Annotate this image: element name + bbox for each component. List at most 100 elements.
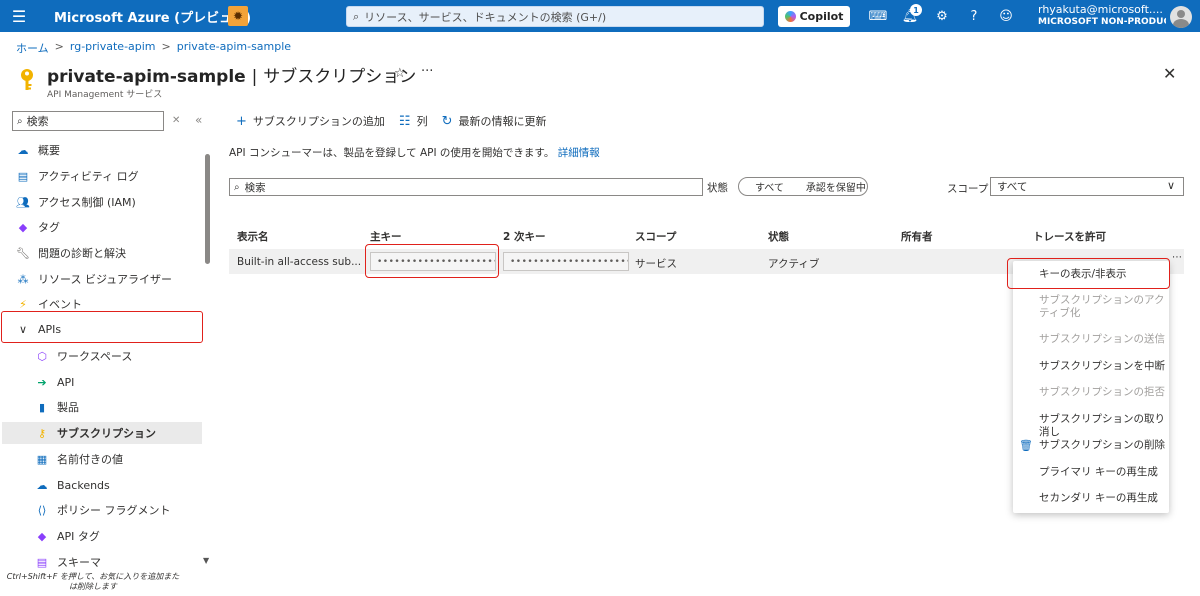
sidebar-item-activity-log[interactable]: ▤ アクティビティ ログ [16, 165, 139, 187]
menu-item-regenerate-primary[interactable]: プライマリ キーの再生成 [1013, 466, 1169, 479]
row-more-options-icon[interactable]: ⋯ [1172, 252, 1182, 263]
visualizer-icon: ⁂ [17, 272, 29, 286]
search-icon: ⌕ [17, 115, 23, 127]
menu-item-regenerate-secondary[interactable]: セカンダリ キーの再生成 [1013, 492, 1169, 505]
breadcrumb-home[interactable]: ホーム [16, 40, 49, 56]
user-account[interactable]: rhyakuta@microsoft.... MICROSOFT NON-PRO… [1038, 4, 1166, 28]
sidebar-item-tags[interactable]: ◆ タグ [16, 216, 60, 238]
status-option-pending[interactable]: 承認を保留中 [806, 179, 866, 194]
more-options-icon[interactable]: ··· [421, 64, 433, 79]
menu-item-activate[interactable]: サブスクリプションのアクティブ化 [1013, 294, 1169, 320]
refresh-label: 最新の情報に更新 [458, 115, 547, 128]
breadcrumb-separator: > [161, 40, 171, 53]
sidebar-item-policy-fragments[interactable]: ⟨⟩ ポリシー フラグメント [35, 499, 171, 521]
column-header-primary-key[interactable]: 主キー [370, 229, 402, 244]
sidebar-item-label: API [57, 375, 75, 389]
sidebar-item-api-tags[interactable]: ◆ API タグ [35, 525, 100, 547]
subscription-search-placeholder: 検索 [244, 181, 266, 194]
close-icon[interactable]: ✕ [1163, 64, 1176, 83]
info-text: API コンシューマーは、製品を登録して API の使用を開始できます。 [229, 147, 555, 159]
sidebar-favorites-hint: Ctrl+Shift+F を押して、お気に入りを追加または削除します [6, 572, 180, 591]
sidebar-item-label: タグ [38, 221, 60, 234]
columns-label: 列 [416, 115, 428, 128]
sidebar-item-label: スキーマ [57, 556, 101, 569]
menu-item-suspend[interactable]: サブスクリプションを中断 [1013, 360, 1169, 373]
scope-filter-label: スコープ [947, 183, 989, 195]
breadcrumb-resource-group[interactable]: rg-private-apim [70, 40, 156, 56]
column-header-secondary-key[interactable]: 2 次キー [503, 229, 545, 244]
column-header-display-name[interactable]: 表示名 [237, 229, 269, 244]
command-bar: + サブスクリプションの追加 ☷ 列 ↻ 最新の情報に更新 [236, 113, 560, 129]
brand-title[interactable]: Microsoft Azure (プレビュー) [54, 7, 251, 26]
add-subscription-button[interactable]: + サブスクリプションの追加 [236, 113, 385, 129]
sidebar-item-diagnose[interactable]: 🔧︎ 問題の診断と解決 [16, 242, 126, 264]
sidebar-item-workspaces[interactable]: ⬡ ワークスペース [35, 345, 132, 367]
status-option-all[interactable]: すべて [755, 179, 784, 194]
column-header-owner[interactable]: 所有者 [901, 229, 933, 244]
sidebar-item-products[interactable]: ▮ 製品 [35, 396, 79, 418]
sidebar-clear-icon[interactable]: ✕ [172, 115, 180, 126]
menu-item-submit[interactable]: サブスクリプションの送信 [1013, 333, 1169, 346]
column-header-status[interactable]: 状態 [768, 229, 789, 244]
global-search-placeholder: リソース、サービス、ドキュメントの検索 (G+/) [364, 10, 607, 24]
breadcrumb-separator: > [54, 40, 64, 53]
refresh-button[interactable]: ↻ 最新の情報に更新 [442, 113, 547, 129]
sidebar: ⌕ 検索 ✕ « ☁ 概要 ▤ アクティビティ ログ 👥︎ アクセス制御 (IA… [0, 106, 214, 596]
sidebar-item-label: アクティビティ ログ [38, 170, 139, 183]
secondary-key-field[interactable]: ••••••••••••••••••••••... [503, 252, 629, 271]
sidebar-item-backends[interactable]: ☁ Backends [35, 474, 110, 496]
favorite-star-icon[interactable]: ☆ [394, 66, 406, 81]
sidebar-item-resource-visualizer[interactable]: ⁂ リソース ビジュアライザー [16, 268, 172, 290]
tag-icon: ◆ [18, 220, 28, 234]
copilot-button[interactable]: Copilot [778, 6, 850, 27]
bug-report-icon[interactable]: ✹ [228, 6, 248, 26]
avatar[interactable] [1170, 6, 1192, 28]
sidebar-item-iam[interactable]: 👥︎ アクセス制御 (IAM) [16, 191, 136, 213]
sidebar-search-input[interactable]: ⌕ 検索 [12, 111, 164, 131]
copilot-icon [784, 11, 796, 22]
menu-item-delete[interactable]: 🗑︎ サブスクリプションの削除 [1013, 439, 1169, 452]
cloud-shell-icon[interactable]: ⌨ [869, 8, 888, 24]
plus-icon: + [236, 113, 247, 129]
sidebar-item-label: 製品 [57, 401, 79, 414]
menu-item-cancel[interactable]: サブスクリプションの取り消し [1013, 413, 1169, 439]
scope-dropdown-value: すべて [997, 181, 1028, 193]
sidebar-collapse-icon[interactable]: « [195, 113, 202, 127]
sidebar-item-subscriptions[interactable]: ⚷ サブスクリプション [2, 422, 202, 444]
help-icon[interactable]: ? [966, 8, 982, 24]
menu-item-reject[interactable]: サブスクリプションの拒否 [1013, 386, 1169, 399]
columns-button[interactable]: ☷ 列 [399, 113, 428, 129]
learn-more-link[interactable]: 詳細情報 [558, 147, 600, 159]
sidebar-item-named-values[interactable]: ▦ 名前付きの値 [35, 448, 123, 470]
column-header-scope[interactable]: スコープ [635, 229, 676, 244]
sidebar-item-label: イベント [38, 298, 82, 311]
page-title: private-apim-sample | サブスクリプション [47, 62, 416, 87]
status-filter-label: 状態 [707, 182, 728, 194]
breadcrumb-apim[interactable]: private-apim-sample [177, 40, 291, 56]
sidebar-scrollbar[interactable] [205, 154, 210, 264]
sidebar-item-label: リソース ビジュアライザー [38, 273, 172, 286]
column-header-allow-tracing[interactable]: トレースを許可 [1033, 229, 1106, 244]
sidebar-item-schemas[interactable]: ▤ スキーマ [35, 551, 101, 573]
sidebar-item-label: アクセス制御 (IAM) [38, 196, 136, 209]
scroll-down-arrow-icon[interactable]: ▼ [203, 556, 209, 565]
api-icon: ➔ [37, 375, 47, 389]
people-icon: 👥︎ [16, 195, 30, 209]
hamburger-menu-icon[interactable]: ☰ [0, 0, 38, 32]
row-display-name: Built-in all-access sub... [237, 256, 362, 268]
status-filter-toggle[interactable]: すべて 承認を保留中 [738, 177, 868, 196]
sidebar-item-api[interactable]: ➔ API [35, 371, 74, 393]
scope-dropdown[interactable]: すべて ∨ [990, 177, 1184, 196]
page-title-resource: private-apim-sample [47, 67, 246, 87]
lightning-icon: ⚡︎ [19, 297, 27, 311]
feedback-icon[interactable]: ☺ [998, 8, 1014, 24]
sidebar-item-label: ポリシー フラグメント [57, 504, 171, 517]
sidebar-item-overview[interactable]: ☁ 概要 [16, 139, 61, 161]
primary-key-highlight-box [365, 244, 499, 278]
settings-gear-icon[interactable]: ⚙ [934, 8, 950, 24]
user-name: rhyakuta@microsoft.... [1038, 4, 1163, 16]
global-search-input[interactable]: ⌕ リソース、サービス、ドキュメントの検索 (G+/) [346, 6, 764, 27]
subscription-search-input[interactable]: ⌕ 検索 [229, 178, 703, 196]
user-tenant: MICROSOFT NON-PRODUC... [1038, 17, 1166, 27]
menu-item-delete-label: サブスクリプションの削除 [1039, 439, 1165, 451]
